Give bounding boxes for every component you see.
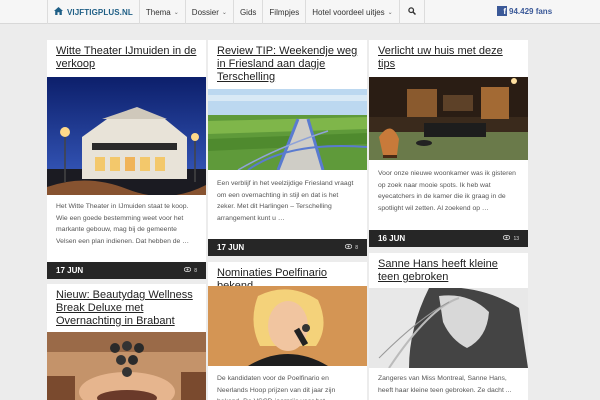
- article-image[interactable]: [47, 77, 206, 195]
- article-excerpt: Zangeres van Miss Montreal, Sanne Hans, …: [378, 375, 512, 394]
- article-card: Verlicht uw huis met deze tips Voor onze…: [369, 40, 528, 247]
- home-icon: [54, 7, 63, 17]
- menu-item-label: Filmpjes: [269, 7, 300, 17]
- eye-icon: [184, 266, 192, 274]
- chevron-down-icon: ⌄: [221, 9, 227, 16]
- article-title[interactable]: Witte Theater IJmuiden in de verkoop: [47, 40, 206, 71]
- view-count: 8: [184, 266, 197, 274]
- article-date: 17 JUN: [56, 266, 84, 275]
- view-count: 8: [345, 243, 358, 251]
- eye-icon: [345, 243, 353, 251]
- menu-item-label: Hotel voordeel uitjes: [312, 7, 385, 17]
- article-excerpt: Voor onze nieuwe woonkamer was ik gister…: [378, 170, 516, 212]
- article-card: Sanne Hans heeft kleine teen gebroken Za…: [369, 253, 528, 400]
- article-excerpt: Het Witte Theater in IJmuiden staat te k…: [56, 203, 190, 245]
- article-image[interactable]: [369, 288, 528, 368]
- article-image[interactable]: [369, 77, 528, 160]
- view-count: 13: [503, 234, 519, 242]
- eye-icon: [503, 234, 511, 242]
- menu-item-label: Thema: [145, 7, 171, 17]
- article-title[interactable]: Nieuw: Beautydag Wellness Break Deluxe m…: [47, 284, 206, 328]
- article-date: 17 JUN: [217, 243, 245, 252]
- menu-item-gids[interactable]: Gids: [234, 0, 264, 24]
- facebook-fans-count: 94.429 fans: [509, 6, 553, 16]
- article-image[interactable]: [208, 286, 367, 366]
- article-title[interactable]: Review TIP: Weekendje weg in Friesland a…: [208, 40, 367, 84]
- article-excerpt: De kandidaten voor de Poelfinario en Nee…: [217, 375, 336, 400]
- article-card: Nominaties Poelfinario bekend De kandida…: [208, 262, 367, 400]
- article-card: Nieuw: Beautydag Wellness Break Deluxe m…: [47, 284, 206, 400]
- main-menu: VIJFTIGPLUS.NL Thema ⌄ Dossier ⌄ Gids Film…: [47, 0, 425, 24]
- article-card: Witte Theater IJmuiden in de verkoop Het…: [47, 40, 206, 279]
- chevron-down-icon: ⌄: [173, 9, 179, 16]
- search-button[interactable]: [400, 0, 425, 24]
- view-count-value: 8: [194, 267, 197, 274]
- article-date: 16 JUN: [378, 234, 406, 243]
- menu-item-label: Gids: [239, 7, 257, 17]
- menu-item-thema[interactable]: Thema ⌄: [140, 0, 186, 24]
- article-card: Review TIP: Weekendje weg in Friesland a…: [208, 40, 367, 256]
- menu-item-hotel-voordeel-uitjes[interactable]: Hotel voordeel uitjes ⌄: [306, 0, 400, 24]
- article-image[interactable]: [47, 332, 206, 400]
- article-excerpt: Een verblijf in het veelzijdige Frieslan…: [217, 180, 354, 222]
- article-meta-bar: 17 JUN 8: [47, 262, 206, 279]
- facebook-icon: f: [497, 6, 507, 16]
- home-link[interactable]: VIJFTIGPLUS.NL: [48, 0, 140, 24]
- article-image[interactable]: [208, 89, 367, 170]
- menu-item-label: Dossier: [191, 7, 219, 17]
- facebook-fans-link[interactable]: f 94.429 fans: [497, 6, 552, 16]
- search-icon: [407, 7, 416, 17]
- article-title[interactable]: Sanne Hans heeft kleine teen gebroken: [369, 253, 528, 284]
- view-count-value: 8: [355, 244, 358, 251]
- article-title[interactable]: Verlicht uw huis met deze tips: [369, 40, 528, 71]
- menu-item-dossier[interactable]: Dossier ⌄: [186, 0, 234, 24]
- chevron-down-icon: ⌄: [387, 9, 393, 16]
- menu-item-filmpjes[interactable]: Filmpjes: [263, 0, 307, 24]
- site-brand: VIJFTIGPLUS.NL: [67, 7, 133, 17]
- article-meta-bar: 16 JUN 13: [369, 230, 528, 247]
- article-meta-bar: 17 JUN 8: [208, 239, 367, 256]
- top-navigation-bar: VIJFTIGPLUS.NL Thema ⌄ Dossier ⌄ Gids Film…: [0, 0, 600, 24]
- view-count-value: 13: [513, 235, 519, 242]
